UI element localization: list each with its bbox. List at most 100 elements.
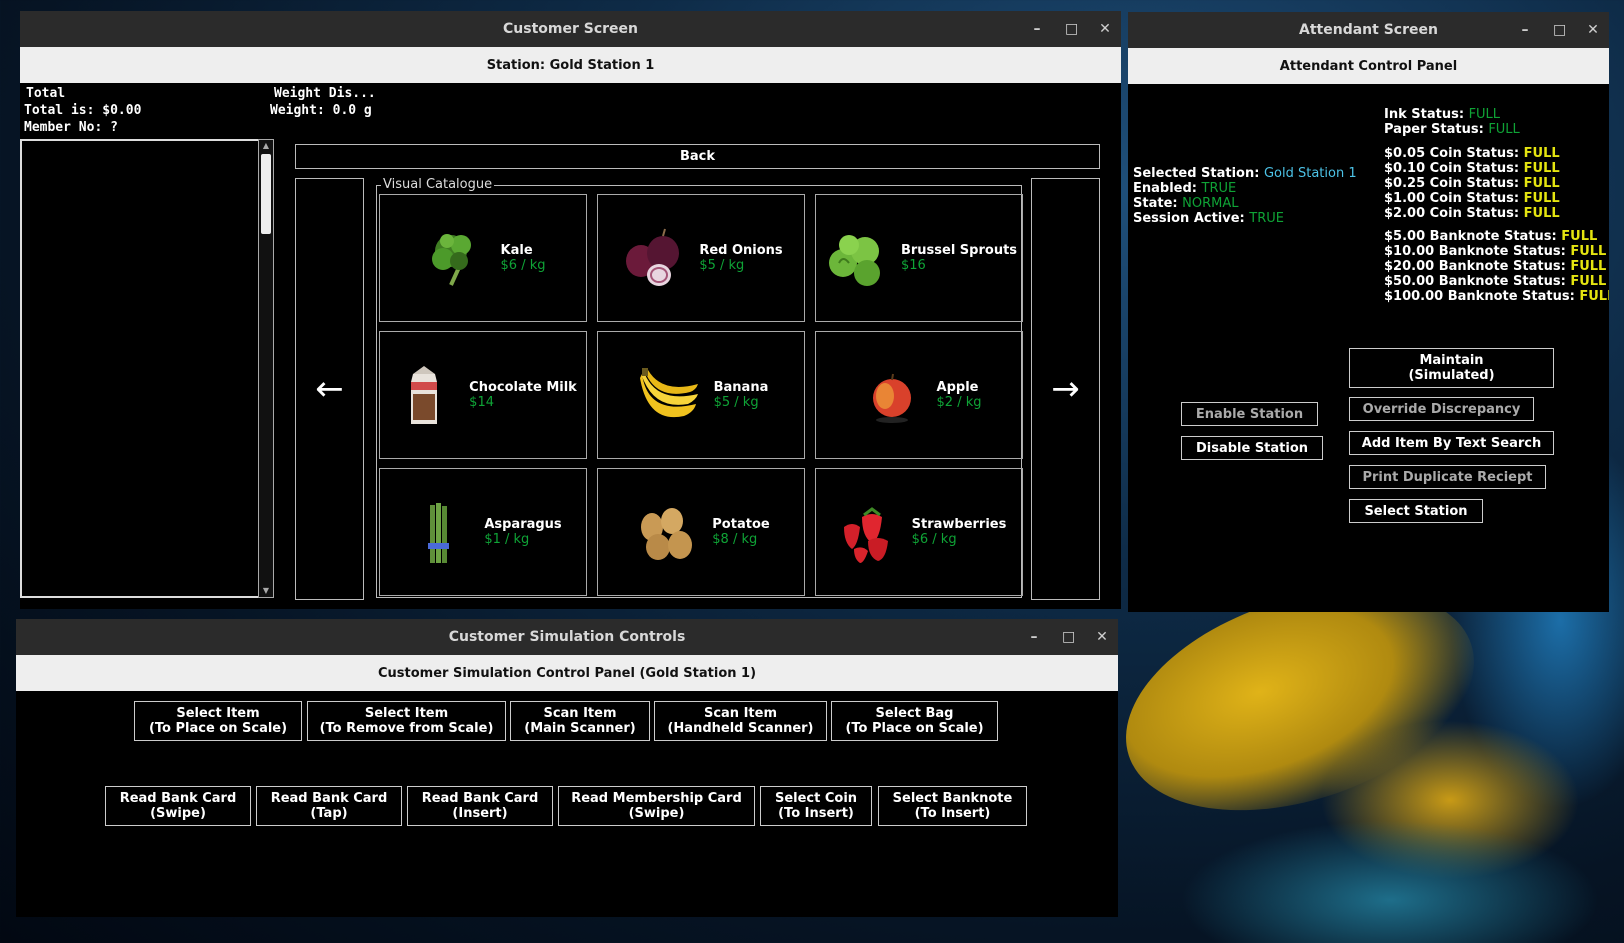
station-label: Station: Gold Station 1 [486,57,655,73]
cart-item-list[interactable] [20,139,268,598]
catalogue-item-apple[interactable]: Apple $2 / kg [815,331,1023,459]
potato-icon [632,497,702,567]
override-discrepancy-button[interactable]: Override Discrepancy [1349,397,1534,421]
maximize-icon[interactable]: □ [1062,629,1075,645]
window-controls: – □ ✕ [1519,12,1599,48]
window-title: Attendant Screen [1299,22,1438,38]
panel-label: Attendant Control Panel [1279,58,1458,74]
scan-item-main-button[interactable]: Scan Item (Main Scanner) [510,701,650,741]
strawberries-icon [832,497,902,567]
banknote-status-4: $100.00 Banknote Status: FULL [1384,289,1609,304]
select-item-remove-button[interactable]: Select Item (To Remove from Scale) [307,701,506,741]
catalogue-item-strawberries[interactable]: Strawberries $6 / kg [815,468,1023,596]
item-price: $16 [900,258,926,273]
simulation-controls-window: Customer Simulation Controls – □ ✕ Custo… [16,619,1118,917]
simulation-titlebar[interactable]: Customer Simulation Controls – □ ✕ [16,619,1118,655]
close-icon[interactable]: ✕ [1587,22,1599,38]
catalogue-grid: Kale $6 / kg Red Onions $5 / kg Brussel Sp… [379,194,1023,596]
item-price: $8 / kg [712,532,758,547]
select-bag-button[interactable]: Select Bag (To Place on Scale) [831,701,998,741]
banana-icon [634,360,704,430]
minimize-icon[interactable]: – [1028,629,1040,645]
window-title: Customer Simulation Controls [448,629,686,645]
maximize-icon[interactable]: □ [1065,21,1078,37]
read-bank-card-swipe-button[interactable]: Read Bank Card (Swipe) [105,786,251,826]
weight-value: Weight: 0.0 g [270,103,372,118]
coin-status-3: $1.00 Coin Status: FULL [1384,191,1560,206]
window-controls: – □ ✕ [1031,11,1111,47]
coin-status-0: $0.05 Coin Status: FULL [1384,146,1560,161]
customer-titlebar[interactable]: Customer Screen – □ ✕ [20,11,1121,47]
scroll-up-icon[interactable]: ▲ [259,140,273,152]
attendant-panel-header: Attendant Control Panel [1128,48,1609,84]
chocolate-milk-icon [389,360,459,430]
add-item-by-text-search-button[interactable]: Add Item By Text Search [1349,431,1554,455]
item-price: $14 [469,395,494,410]
disable-station-button[interactable]: Disable Station [1181,436,1323,460]
customer-screen-window: Customer Screen – □ ✕ Station: Gold Stat… [20,11,1121,609]
station-header: Station: Gold Station 1 [20,47,1121,83]
kale-icon [421,223,491,293]
close-icon[interactable]: ✕ [1099,21,1111,37]
item-price: $2 / kg [936,395,982,410]
catalogue-item-potatoe[interactable]: Potatoe $8 / kg [597,468,805,596]
catalogue-item-chocolate-milk[interactable]: Chocolate Milk $14 [379,331,587,459]
item-name: Kale [500,243,533,258]
banknote-status-1: $10.00 Banknote Status: FULL [1384,244,1607,259]
arrow-right-icon: → [1051,369,1080,409]
catalogue-item-banana[interactable]: Banana $5 / kg [597,331,805,459]
item-price: $6 / kg [500,258,546,273]
print-duplicate-receipt-button[interactable]: Print Duplicate Reciept [1349,465,1546,489]
ink-status: Ink Status: FULL [1384,107,1501,122]
item-name: Chocolate Milk [469,380,577,395]
banknote-status-3: $50.00 Banknote Status: FULL [1384,274,1607,289]
close-icon[interactable]: ✕ [1096,629,1108,645]
select-item-place-button[interactable]: Select Item (To Place on Scale) [134,701,302,741]
select-station-button[interactable]: Select Station [1349,499,1483,523]
attendant-body: Ink Status: FULL Paper Status: FULL $0.0… [1128,84,1609,612]
panel-label: Customer Simulation Control Panel (Gold … [377,665,757,681]
item-price: $5 / kg [713,395,759,410]
scan-item-handheld-button[interactable]: Scan Item (Handheld Scanner) [654,701,827,741]
item-price: $5 / kg [699,258,745,273]
scroll-down-icon[interactable]: ▼ [259,585,273,597]
selected-station: Selected Station: Gold Station 1 [1133,166,1357,181]
attendant-titlebar[interactable]: Attendant Screen – □ ✕ [1128,12,1609,48]
asparagus-icon [404,497,474,567]
state-status: State: NORMAL [1133,196,1239,211]
minimize-icon[interactable]: – [1519,22,1531,38]
catalogue-item-brussel-sprouts[interactable]: Brussel Sprouts $16 [815,194,1023,322]
weight-header: Weight Dis... [274,86,376,101]
previous-page-button[interactable]: ← [295,178,364,600]
window-title: Customer Screen [503,21,638,37]
cart-scrollbar[interactable]: ▲ ▼ [258,139,274,598]
red-onion-icon [619,223,689,293]
read-bank-card-tap-button[interactable]: Read Bank Card (Tap) [256,786,402,826]
total-value: Total is: $0.00 [24,103,142,118]
item-price: $1 / kg [484,532,530,547]
simulation-panel-header: Customer Simulation Control Panel (Gold … [16,655,1118,691]
minimize-icon[interactable]: – [1031,21,1043,37]
catalogue-item-kale[interactable]: Kale $6 / kg [379,194,587,322]
session-status: Session Active: TRUE [1133,211,1284,226]
coin-status-2: $0.25 Coin Status: FULL [1384,176,1560,191]
back-button[interactable]: Back [295,144,1100,169]
member-number: Member No: ? [24,120,118,135]
next-page-button[interactable]: → [1031,178,1100,600]
item-name: Red Onions [699,243,783,258]
read-membership-card-button[interactable]: Read Membership Card (Swipe) [558,786,755,826]
select-banknote-button[interactable]: Select Banknote (To Insert) [878,786,1027,826]
item-name: Asparagus [484,517,562,532]
catalogue-item-asparagus[interactable]: Asparagus $1 / kg [379,468,587,596]
select-coin-button[interactable]: Select Coin (To Insert) [760,786,872,826]
customer-info-panel: Total Total is: $0.00 Member No: ? Weigh… [20,83,1121,139]
coin-status-1: $0.10 Coin Status: FULL [1384,161,1560,176]
maintain-button[interactable]: Maintain (Simulated) [1349,348,1554,388]
maximize-icon[interactable]: □ [1553,22,1566,38]
arrow-left-icon: ← [315,369,344,409]
enable-station-button[interactable]: Enable Station [1181,402,1318,426]
scrollbar-thumb[interactable] [261,154,271,234]
read-bank-card-insert-button[interactable]: Read Bank Card (Insert) [407,786,553,826]
item-name: Apple [936,380,979,395]
catalogue-item-red-onions[interactable]: Red Onions $5 / kg [597,194,805,322]
